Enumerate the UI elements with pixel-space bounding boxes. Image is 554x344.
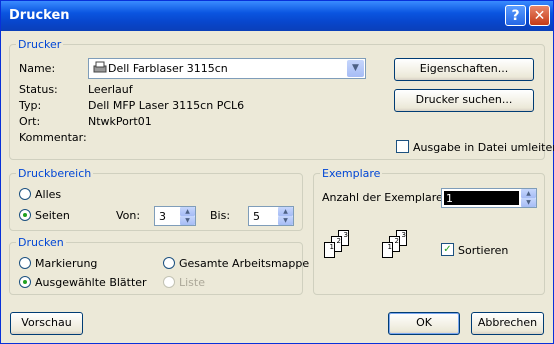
range-pages-label[interactable]: Seiten xyxy=(35,209,70,222)
window-title: Drucken xyxy=(9,8,70,23)
list-label: Liste xyxy=(179,276,205,289)
sheets-label[interactable]: Ausgewählte Blätter xyxy=(35,276,147,289)
chevron-down-icon[interactable]: ▼ xyxy=(347,60,364,77)
print-range-group: Druckbereich Alles Seiten Von: 3 ▲ ▼ Bis:… xyxy=(9,167,303,231)
status-value: Leerlauf xyxy=(88,83,133,96)
printer-group: Drucker Name: Dell Farblaser 3115cn ▼ St… xyxy=(9,38,554,160)
type-value: Dell MFP Laser 3115cn PCL6 xyxy=(88,99,245,112)
print-range-title: Druckbereich xyxy=(16,167,94,180)
properties-button[interactable]: Eigenschaften... xyxy=(394,58,534,81)
printer-name-value: Dell Farblaser 3115cn xyxy=(108,62,228,75)
range-all-label[interactable]: Alles xyxy=(35,188,61,201)
chevron-up-icon[interactable]: ▲ xyxy=(521,189,536,198)
location-value: NtwkPort01 xyxy=(88,115,152,128)
workbook-label[interactable]: Gesamte Arbeitsmappe xyxy=(179,257,309,270)
print-dialog: Drucken ? ✕ Drucker Name: Dell Farblaser… xyxy=(0,0,554,344)
to-label: Bis: xyxy=(210,209,231,222)
copies-count-value: 1 xyxy=(446,192,453,205)
chevron-down-icon[interactable]: ▼ xyxy=(521,198,536,207)
sheets-radio[interactable] xyxy=(19,276,31,288)
collate-label[interactable]: Sortieren xyxy=(458,244,508,257)
print-what-title: Drucken xyxy=(16,236,66,249)
comment-label: Kommentar: xyxy=(19,131,87,144)
selection-label[interactable]: Markierung xyxy=(35,257,97,270)
copies-value-highlight xyxy=(444,191,519,205)
title-bar[interactable]: Drucken ? ✕ xyxy=(1,1,553,31)
ok-button[interactable]: OK xyxy=(388,312,460,335)
collate-checkbox[interactable]: ✓ xyxy=(441,243,454,256)
list-radio xyxy=(163,276,175,288)
chevron-up-icon[interactable]: ▲ xyxy=(278,207,293,216)
print-to-file-label[interactable]: Ausgabe in Datei umleiten xyxy=(413,141,554,154)
status-label: Status: xyxy=(19,83,58,96)
to-stepper[interactable]: 5 ▲ ▼ xyxy=(248,206,294,226)
from-label: Von: xyxy=(116,209,141,222)
to-value: 5 xyxy=(253,210,260,223)
chevron-up-icon[interactable]: ▲ xyxy=(180,207,195,216)
from-value: 3 xyxy=(159,210,166,223)
copies-count-label: Anzahl der Exemplare: xyxy=(322,191,447,204)
type-label: Typ: xyxy=(19,99,42,112)
find-printer-button[interactable]: Drucker suchen... xyxy=(394,89,534,112)
workbook-radio[interactable] xyxy=(163,257,175,269)
preview-button[interactable]: Vorschau xyxy=(10,312,83,335)
collate-illustration-icon: 3 2 1 xyxy=(324,230,364,270)
chevron-down-icon[interactable]: ▼ xyxy=(278,216,293,225)
chevron-down-icon[interactable]: ▼ xyxy=(180,216,195,225)
help-button[interactable]: ? xyxy=(505,5,526,26)
selection-radio[interactable] xyxy=(19,257,31,269)
location-label: Ort: xyxy=(19,115,41,128)
cancel-button[interactable]: Abbrechen xyxy=(471,312,544,335)
collate-illustration-icon: 3 2 1 xyxy=(382,230,422,270)
range-pages-radio[interactable] xyxy=(19,209,31,221)
close-button[interactable]: ✕ xyxy=(529,5,550,26)
copies-stepper[interactable]: 1 ▲ ▼ xyxy=(441,188,537,208)
copies-title: Exemplare xyxy=(320,167,383,180)
printer-icon xyxy=(93,61,107,73)
printer-group-title: Drucker xyxy=(16,38,64,51)
from-stepper[interactable]: 3 ▲ ▼ xyxy=(154,206,196,226)
print-to-file-checkbox[interactable] xyxy=(396,140,409,153)
printer-name-label: Name: xyxy=(19,62,56,75)
print-what-group: Drucken Markierung Gesamte Arbeitsmappe … xyxy=(9,236,309,295)
printer-name-select[interactable]: Dell Farblaser 3115cn ▼ xyxy=(88,58,366,79)
copies-group: Exemplare Anzahl der Exemplare: 1 ▲ ▼ 3 2… xyxy=(313,167,545,295)
range-all-radio[interactable] xyxy=(19,188,31,200)
